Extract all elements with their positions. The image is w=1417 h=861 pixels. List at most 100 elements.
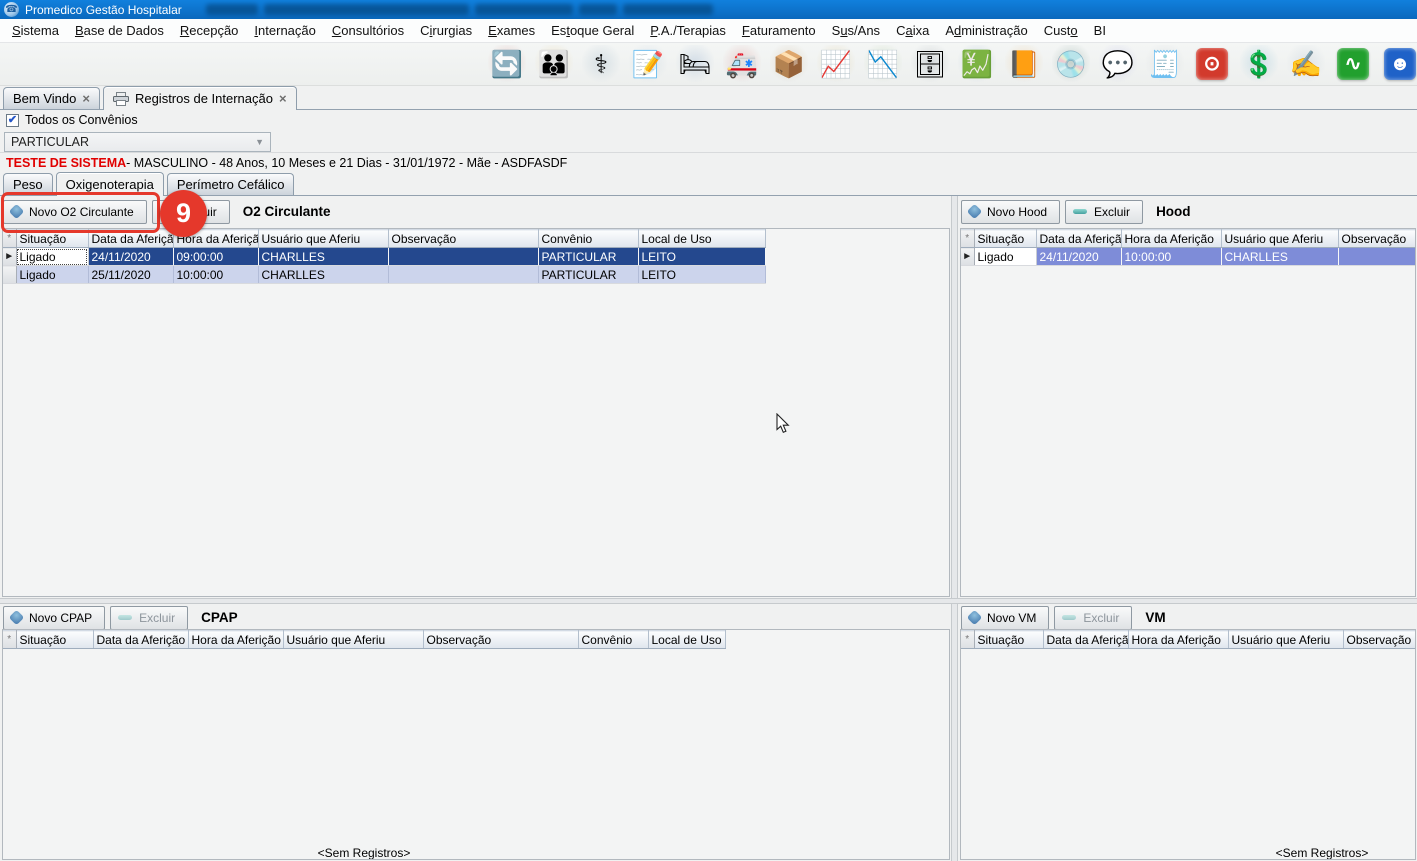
column-header-local-de-uso[interactable]: Local de Uso [648, 631, 725, 649]
cell-situacao[interactable]: Ligado [974, 248, 1036, 266]
novo-hood-button[interactable]: Novo Hood [961, 200, 1060, 224]
column-header-hora-da-afericao[interactable]: Hora da Aferição [188, 631, 283, 649]
column-header-usuario-que-aferiu[interactable]: Usuário que Aferiu [258, 230, 388, 248]
reference-book-icon[interactable]: 💿 [1052, 45, 1090, 83]
cpap-grid[interactable]: *SituaçãoData da AferiçãoHora da Aferiçã… [2, 629, 950, 860]
column-header-situacao[interactable]: Situação [974, 230, 1036, 248]
table-row[interactable]: ►Ligado24/11/202009:00:00CHARLLESPARTICU… [3, 248, 765, 266]
menu-bi[interactable]: BI [1086, 23, 1114, 38]
column-header-data-da-afericao[interactable]: Data da Aferição [1043, 631, 1128, 649]
checkbox-checked-icon[interactable]: ✔ [6, 114, 19, 127]
column-header-situacao[interactable]: Situação [16, 230, 88, 248]
menu-consultorios[interactable]: Consultórios [324, 23, 412, 38]
safe-icon[interactable]: 🗄 [911, 45, 949, 83]
chat-icon[interactable]: 💬 [1099, 45, 1137, 83]
menu-sistema[interactable]: Sistema [4, 23, 67, 38]
supplies-icon[interactable]: 📦 [770, 45, 808, 83]
cell-hora-da-afericao[interactable]: 09:00:00 [173, 248, 258, 266]
novo-cpap-button[interactable]: Novo CPAP [3, 606, 105, 630]
cell-usuario-que-aferiu[interactable]: CHARLLES [258, 266, 388, 284]
novo-o2-circulante-button[interactable]: Novo O2 Circulante [3, 200, 147, 224]
column-header-usuario-que-aferiu[interactable]: Usuário que Aferiu [1221, 230, 1338, 248]
expense-down-icon[interactable]: 📉 [864, 45, 902, 83]
column-header-usuario-que-aferiu[interactable]: Usuário que Aferiu [283, 631, 423, 649]
contacts-agenda-icon[interactable]: ☻ [1384, 48, 1416, 80]
cell-data-da-afericao[interactable]: 25/11/2020 [88, 266, 173, 284]
cell-situacao[interactable]: Ligado [16, 248, 88, 266]
tab-bem-vindo[interactable]: Bem Vindo × [3, 87, 100, 109]
hood-grid[interactable]: *SituaçãoData da AferiçãoHora da Aferiçã… [960, 228, 1416, 597]
column-header-usuario-que-aferiu[interactable]: Usuário que Aferiu [1228, 631, 1343, 649]
cell-observacao[interactable] [388, 248, 538, 266]
close-icon[interactable]: × [82, 92, 90, 105]
column-header-convenio[interactable]: Convênio [538, 230, 638, 248]
cell-situacao[interactable]: Ligado [16, 266, 88, 284]
menu-faturamento[interactable]: Faturamento [734, 23, 824, 38]
vm-grid[interactable]: *SituaçãoData da AferiçãoHora da Aferiçã… [960, 629, 1416, 860]
column-header-observacao[interactable]: Observação [388, 230, 538, 248]
cell-convenio[interactable]: PARTICULAR [538, 266, 638, 284]
column-header-situacao[interactable]: Situação [16, 631, 93, 649]
table-row[interactable]: Ligado25/11/202010:00:00CHARLLES PARTICUL… [3, 266, 765, 284]
cell-data-da-afericao[interactable]: 24/11/2020 [1036, 248, 1121, 266]
excluir-cpap-button[interactable]: Excluir [110, 606, 188, 630]
hospital-bed-icon[interactable]: 🛏 [676, 45, 714, 83]
cell-observacao[interactable] [1338, 248, 1416, 266]
cell-data-da-afericao[interactable]: 24/11/2020 [88, 248, 173, 266]
table-row[interactable]: ►Ligado24/11/202010:00:00CHARLLES [961, 248, 1416, 266]
column-header-situacao[interactable]: Situação [974, 631, 1043, 649]
column-header-data-da-afericao[interactable]: Data da Aferição [88, 230, 173, 248]
menu-p-a-terapias[interactable]: P.A./Terapias [642, 23, 734, 38]
invoice-icon[interactable]: 🧾 [1146, 45, 1184, 83]
medical-record-icon[interactable]: 📝 [629, 45, 667, 83]
tab-peso[interactable]: Peso [3, 173, 53, 195]
column-header-local-de-uso[interactable]: Local de Uso [638, 230, 765, 248]
menu-caixa[interactable]: Caixa [888, 23, 937, 38]
power-icon[interactable]: ⊙ [1196, 48, 1228, 80]
column-header-observacao[interactable]: Observação [1338, 230, 1416, 248]
menu-administracao[interactable]: Administração [937, 23, 1035, 38]
menu-cirurgias[interactable]: Cirurgias [412, 23, 480, 38]
excluir-vm-button[interactable]: Excluir [1054, 606, 1132, 630]
convenio-select[interactable]: PARTICULAR ▼ [4, 132, 271, 152]
cell-observacao[interactable] [388, 266, 538, 284]
doctor-icon[interactable]: ⚕ [582, 45, 620, 83]
revenue-up-icon[interactable]: 📈 [817, 45, 855, 83]
cell-hora-da-afericao[interactable]: 10:00:00 [1121, 248, 1221, 266]
cell-hora-da-afericao[interactable]: 10:00:00 [173, 266, 258, 284]
patient-records-icon[interactable]: 👪 [535, 45, 573, 83]
cell-convenio[interactable]: PARTICULAR [538, 248, 638, 266]
menu-estoque-geral[interactable]: Estoque Geral [543, 23, 642, 38]
ambulance-icon[interactable]: 🚑 [723, 45, 761, 83]
refresh-patient-icon[interactable]: 🔄 [488, 45, 526, 83]
e-invoice-icon[interactable]: 💲 [1240, 45, 1278, 83]
tab-registros-de-internacao[interactable]: Registros de Internação × [103, 86, 297, 110]
o2-grid[interactable]: *SituaçãoData da AferiçãoHora da Aferiçã… [2, 228, 950, 597]
column-header-data-da-afericao[interactable]: Data da Aferição [1036, 230, 1121, 248]
cell-usuario-que-aferiu[interactable]: CHARLLES [258, 248, 388, 266]
column-header-hora-da-afericao[interactable]: Hora da Aferição [1128, 631, 1228, 649]
novo-vm-button[interactable]: Novo VM [961, 606, 1049, 630]
close-icon[interactable]: × [279, 92, 287, 105]
column-header-observacao[interactable]: Observação [423, 631, 578, 649]
contract-icon[interactable]: ✍ [1287, 45, 1325, 83]
cell-local-de-uso[interactable]: LEITO [638, 248, 765, 266]
vitals-agenda-icon[interactable]: ∿ [1337, 48, 1369, 80]
menu-recepcao[interactable]: Recepção [172, 23, 247, 38]
phone-book-icon[interactable]: 📙 [1005, 45, 1043, 83]
menu-custo[interactable]: Custo [1036, 23, 1086, 38]
menu-sus-ans[interactable]: Sus/Ans [824, 23, 888, 38]
menu-exames[interactable]: Exames [480, 23, 543, 38]
excluir-hood-button[interactable]: Excluir [1065, 200, 1143, 224]
menu-base-de-dados[interactable]: Base de Dados [67, 23, 172, 38]
cell-usuario-que-aferiu[interactable]: CHARLLES [1221, 248, 1338, 266]
column-header-data-da-afericao[interactable]: Data da Aferição [93, 631, 188, 649]
menu-internacao[interactable]: Internação [246, 23, 323, 38]
column-header-observacao[interactable]: Observação [1343, 631, 1416, 649]
vertical-splitter[interactable] [951, 196, 958, 861]
column-header-hora-da-afericao[interactable]: Hora da Aferição [1121, 230, 1221, 248]
cell-local-de-uso[interactable]: LEITO [638, 266, 765, 284]
tab-oxigenoterapia[interactable]: Oxigenoterapia [56, 172, 164, 196]
column-header-convenio[interactable]: Convênio [578, 631, 648, 649]
finance-chart-icon[interactable]: 💹 [958, 45, 996, 83]
